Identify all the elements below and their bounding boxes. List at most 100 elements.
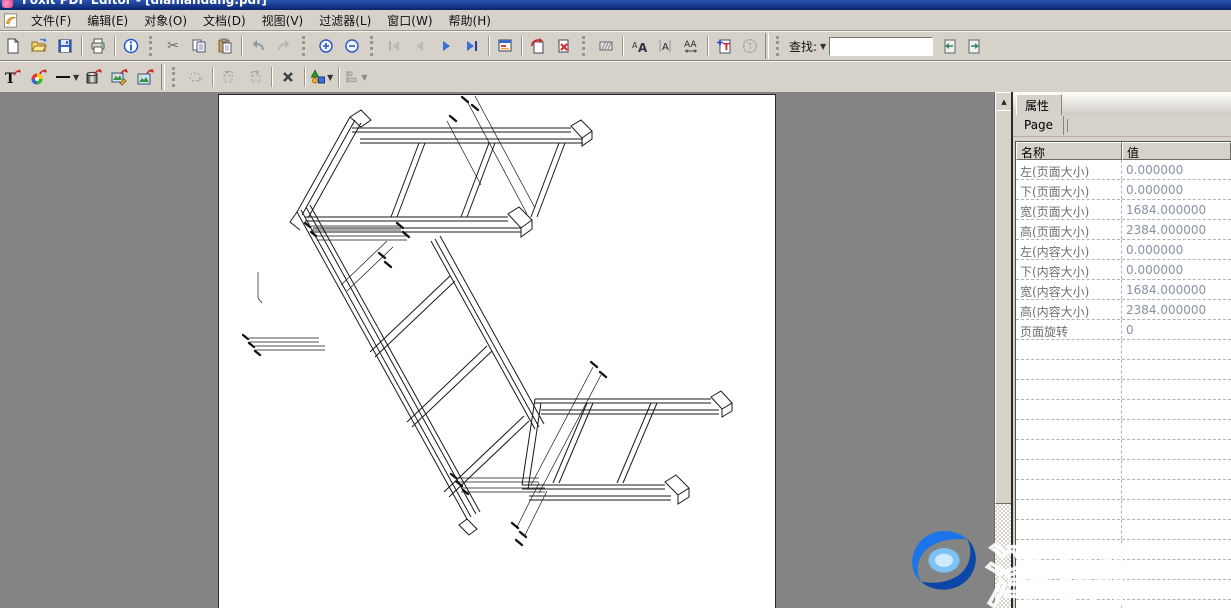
insert-shape-button[interactable]: ▼: [308, 65, 335, 89]
property-row[interactable]: 左(页面大小)0.000000: [1016, 160, 1231, 180]
find-input[interactable]: [829, 37, 933, 56]
toolbar-grab-handle[interactable]: [776, 36, 782, 56]
property-row[interactable]: 左(内容大小)0.000000: [1016, 240, 1231, 260]
property-name: [1016, 460, 1122, 479]
menu-item-3[interactable]: 文档(D): [195, 10, 254, 31]
property-row[interactable]: [1016, 360, 1231, 380]
align-dropdown-icon[interactable]: ▼: [361, 73, 367, 82]
add-shading-button[interactable]: [81, 65, 107, 89]
property-row[interactable]: [1016, 340, 1231, 360]
word-spacing-button[interactable]: AA: [678, 34, 704, 58]
insert-shape-dropdown-icon[interactable]: ▼: [327, 73, 333, 82]
property-row[interactable]: [1016, 560, 1231, 580]
page-thumbnails-button[interactable]: [492, 34, 518, 58]
insert-text-button[interactable]: T: [711, 34, 737, 58]
property-row[interactable]: 高(页面大小)2384.000000: [1016, 220, 1231, 240]
previous-page-button[interactable]: [407, 34, 433, 58]
property-row[interactable]: [1016, 400, 1231, 420]
menu-item-4[interactable]: 视图(V): [254, 10, 312, 31]
property-row[interactable]: 下(内容大小)0.000000: [1016, 260, 1231, 280]
last-page-button[interactable]: [459, 34, 485, 58]
document-info-button[interactable]: [118, 34, 144, 58]
page-content-hatch-button[interactable]: [593, 34, 619, 58]
property-row[interactable]: 高(内容大小)2384.000000: [1016, 300, 1231, 320]
save-button[interactable]: [52, 34, 78, 58]
property-row[interactable]: 宽(页面大小)1684.000000: [1016, 200, 1231, 220]
property-row[interactable]: [1016, 460, 1231, 480]
menu-item-7[interactable]: 帮助(H): [441, 10, 499, 31]
property-row[interactable]: [1016, 420, 1231, 440]
document-workspace[interactable]: [0, 92, 994, 608]
toolbar-grab-handle[interactable]: [302, 36, 308, 56]
property-value: [1122, 580, 1231, 599]
add-color-button[interactable]: [26, 65, 52, 89]
first-page-button[interactable]: [381, 34, 407, 58]
line-style-button[interactable]: ▼: [52, 65, 81, 89]
rotate-object-left-button[interactable]: [216, 65, 242, 89]
property-name: [1016, 500, 1122, 519]
property-value: [1122, 460, 1231, 479]
property-value: [1122, 440, 1231, 459]
edit-image-button[interactable]: [107, 65, 133, 89]
text-mode-button[interactable]: T: [737, 34, 763, 58]
property-row[interactable]: 宽(内容大小)1684.000000: [1016, 280, 1231, 300]
property-name: [1016, 340, 1122, 359]
property-row[interactable]: [1016, 500, 1231, 520]
letter-spacing-button[interactable]: A: [652, 34, 678, 58]
property-row[interactable]: [1016, 480, 1231, 500]
property-row[interactable]: [1016, 540, 1231, 560]
open-file-button[interactable]: [26, 34, 52, 58]
window-title: Foxit PDF Editor - [dianlandang.pdf]: [22, 0, 1231, 7]
property-row[interactable]: [1016, 600, 1231, 608]
property-value: 0: [1122, 320, 1231, 339]
transform-object-button[interactable]: [183, 65, 209, 89]
align-objects-button[interactable]: ▼: [342, 65, 369, 89]
menu-bar: 文件(F)编辑(E)对象(O)文档(D)视图(V)过滤器(L)窗口(W)帮助(H…: [0, 10, 1231, 31]
next-page-button[interactable]: [433, 34, 459, 58]
menu-item-0[interactable]: 文件(F): [23, 10, 79, 31]
property-row[interactable]: [1016, 520, 1231, 540]
toolbar-grab-handle[interactable]: [149, 36, 155, 56]
toolbar-grab-handle[interactable]: [172, 67, 178, 87]
property-name: 高(页面大小): [1016, 220, 1122, 239]
toolbar-grab-handle[interactable]: [582, 36, 588, 56]
undo-button[interactable]: [245, 34, 271, 58]
menu-item-1[interactable]: 编辑(E): [79, 10, 136, 31]
copy-button[interactable]: [186, 34, 212, 58]
property-row[interactable]: 页面旋转0: [1016, 320, 1231, 340]
print-button[interactable]: [85, 34, 111, 58]
document-icon[interactable]: [3, 13, 19, 28]
zoom-out-button[interactable]: [339, 34, 365, 58]
vertical-scrollbar[interactable]: ▲: [994, 92, 1012, 608]
property-row[interactable]: 下(页面大小)0.000000: [1016, 180, 1231, 200]
line-style-dropdown-icon[interactable]: ▼: [73, 73, 79, 82]
tab-page[interactable]: Page: [1016, 116, 1064, 135]
find-next-button[interactable]: [962, 34, 988, 58]
pdf-page[interactable]: [218, 94, 776, 608]
delete-object-button[interactable]: [275, 65, 301, 89]
property-row[interactable]: [1016, 580, 1231, 600]
cut-button[interactable]: ✂: [160, 34, 186, 58]
delete-page-button[interactable]: [551, 34, 577, 58]
paste-button[interactable]: [212, 34, 238, 58]
app-window: { "window": { "title": "Foxit PDF Editor…: [0, 0, 1231, 608]
font-size-button[interactable]: AA: [626, 34, 652, 58]
property-row[interactable]: [1016, 440, 1231, 460]
add-text-button[interactable]: T: [0, 65, 26, 89]
toolbar-grab-handle[interactable]: [370, 36, 376, 56]
property-name: [1016, 420, 1122, 439]
menu-item-6[interactable]: 窗口(W): [379, 10, 440, 31]
find-previous-button[interactable]: [936, 34, 962, 58]
property-row[interactable]: [1016, 380, 1231, 400]
new-document-button[interactable]: [0, 34, 26, 58]
property-name: [1016, 440, 1122, 459]
redo-button[interactable]: [271, 34, 297, 58]
zoom-in-button[interactable]: [313, 34, 339, 58]
menu-item-5[interactable]: 过滤器(L): [311, 10, 379, 31]
find-history-dropdown-icon[interactable]: ▼: [820, 42, 826, 51]
properties-tab[interactable]: 属性: [1016, 94, 1062, 117]
menu-item-2[interactable]: 对象(O): [136, 10, 195, 31]
add-image-button[interactable]: [133, 65, 159, 89]
rotate-page-button[interactable]: [525, 34, 551, 58]
rotate-object-right-button[interactable]: [242, 65, 268, 89]
